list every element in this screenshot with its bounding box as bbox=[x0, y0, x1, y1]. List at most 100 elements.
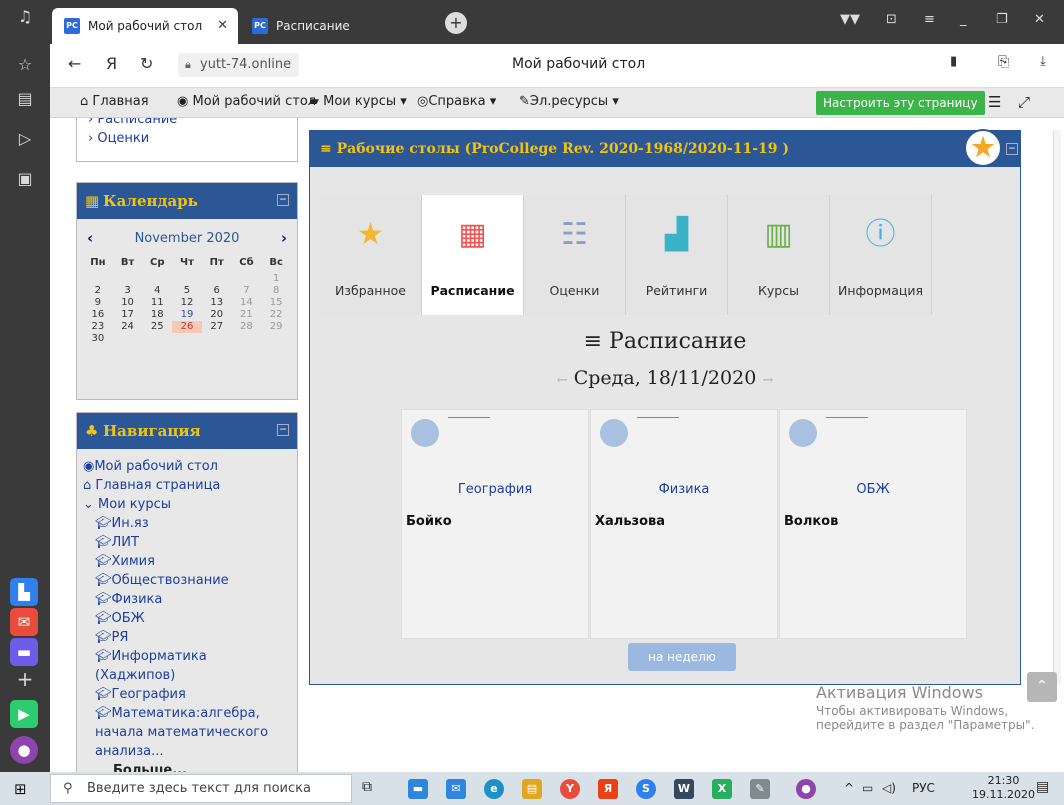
calendar-day[interactable]: 12 bbox=[172, 297, 202, 309]
menu-icon[interactable]: ≡ bbox=[924, 12, 935, 27]
calendar-day[interactable]: 21 bbox=[232, 309, 262, 321]
calendar-day[interactable]: 26 bbox=[172, 321, 202, 333]
calendar-day[interactable]: 19 bbox=[172, 309, 202, 321]
tab-schedule[interactable]: PC Расписание bbox=[240, 8, 430, 44]
minimize-icon[interactable]: _ bbox=[960, 12, 967, 27]
nav-eresources[interactable]: ✎Эл.ресурсы ▾ bbox=[519, 94, 619, 109]
yandex-app-icon[interactable]: Я bbox=[598, 779, 618, 799]
nav-link-home[interactable]: ⌂ Главная страница bbox=[83, 476, 291, 495]
bell-icon[interactable]: ♫ bbox=[12, 4, 38, 30]
calendar-day[interactable]: 10 bbox=[113, 297, 143, 309]
scroll-to-top-button[interactable]: ⌃ bbox=[1027, 672, 1057, 702]
prev-day-icon[interactable]: ← bbox=[557, 373, 568, 388]
calendar-day[interactable]: 1 bbox=[261, 273, 291, 285]
nav-help[interactable]: ◎Справка ▾ bbox=[417, 94, 496, 109]
tab-dashboard[interactable]: PC Мой рабочий стол ✕ bbox=[52, 8, 238, 44]
next-month-icon[interactable]: › bbox=[281, 229, 287, 247]
back-icon[interactable]: ← bbox=[68, 54, 81, 73]
nav-course-link[interactable]: 🎓︎География bbox=[83, 685, 291, 704]
lesson-subject-link[interactable]: География bbox=[402, 482, 588, 497]
play-icon[interactable]: ▷ bbox=[12, 126, 38, 152]
close-icon[interactable]: ✕ bbox=[217, 8, 228, 44]
calendar-day[interactable]: 29 bbox=[261, 321, 291, 333]
new-tab-button[interactable]: + bbox=[445, 12, 467, 34]
calendar-day[interactable]: 25 bbox=[142, 321, 172, 333]
dashboard-tab[interactable]: ▦ Расписание bbox=[422, 195, 524, 315]
calendar-day[interactable]: 23 bbox=[83, 321, 113, 333]
task-view-icon[interactable]: ⧉ bbox=[362, 779, 372, 795]
collapse-icon[interactable]: − bbox=[1006, 143, 1018, 155]
bookmark-panel-icon[interactable]: ⊡ bbox=[886, 12, 897, 27]
lesson-subject-link[interactable]: ОБЖ bbox=[780, 482, 966, 497]
calendar-day[interactable]: 24 bbox=[113, 321, 143, 333]
nav-course-link[interactable]: 🎓︎Ин.яз bbox=[83, 514, 291, 533]
calendar-day[interactable]: 11 bbox=[142, 297, 172, 309]
skype-app-icon[interactable]: S bbox=[636, 779, 656, 799]
tray-chevron-icon[interactable]: ^ bbox=[844, 781, 854, 795]
volume-icon[interactable]: ◁) bbox=[882, 781, 896, 795]
calendar-day[interactable]: 16 bbox=[83, 309, 113, 321]
favorite-star-icon[interactable]: ★ bbox=[964, 129, 1002, 167]
url-field[interactable]: 🔒︎ yutt-74.online bbox=[178, 53, 300, 77]
calendar-day[interactable]: 22 bbox=[261, 309, 291, 321]
notes-icon[interactable]: ▤ bbox=[12, 86, 38, 112]
calendar-day[interactable]: 20 bbox=[202, 309, 232, 321]
list-toggle-icon[interactable]: ☰ bbox=[988, 93, 1001, 111]
mail-app-icon[interactable]: ✉ bbox=[10, 608, 38, 636]
dashboard-tab[interactable]: ▟ Рейтинги bbox=[626, 195, 728, 315]
calendar-day[interactable]: 18 bbox=[142, 309, 172, 321]
page-scrollbar[interactable] bbox=[1053, 130, 1061, 685]
nav-course-link[interactable]: 🎓︎Химия bbox=[83, 552, 291, 571]
calendar-day[interactable]: 3 bbox=[113, 285, 143, 297]
taskbar-search-input[interactable]: ⚲ Введите здесь текст для поиска bbox=[50, 774, 352, 803]
mail-app-icon[interactable]: ✉ bbox=[446, 779, 466, 799]
nav-course-link[interactable]: 🎓︎Обществознание bbox=[83, 571, 291, 590]
star-bookmarks-icon[interactable]: ☆ bbox=[12, 52, 38, 78]
week-view-button[interactable]: на неделю bbox=[628, 643, 736, 671]
calendar-day[interactable]: 14 bbox=[232, 297, 262, 309]
calendar-day[interactable]: 2 bbox=[83, 285, 113, 297]
dashboard-tab[interactable]: ★ Избранное bbox=[320, 195, 422, 315]
store-app-icon[interactable]: ▤ bbox=[522, 779, 542, 799]
customize-page-button[interactable]: Настроить эту страницу bbox=[816, 91, 985, 115]
nav-course-link[interactable]: 🎓︎ЛИТ bbox=[83, 533, 291, 552]
nav-link-dashboard[interactable]: ◉Мой рабочий стол bbox=[83, 457, 291, 476]
calendar-day[interactable]: 6 bbox=[202, 285, 232, 297]
alice-app-icon[interactable]: ● bbox=[796, 779, 816, 799]
paint-app-icon[interactable]: ✎ bbox=[750, 779, 770, 799]
calendar-day[interactable]: 9 bbox=[83, 297, 113, 309]
calendar-day[interactable]: 27 bbox=[202, 321, 232, 333]
nav-more-link[interactable]: Больше... bbox=[83, 761, 291, 772]
calendar-day[interactable]: 13 bbox=[202, 297, 232, 309]
calendar-day[interactable]: 17 bbox=[113, 309, 143, 321]
nav-dashboard[interactable]: ◉ Мой рабочий стол bbox=[177, 94, 316, 109]
nav-link-my-courses[interactable]: ⌄ Мои курсы bbox=[83, 495, 291, 514]
nav-my-courses[interactable]: ▰ Мои курсы ▾ bbox=[309, 94, 407, 109]
explorer-app-icon[interactable]: ▬ bbox=[408, 779, 428, 799]
calendar-day[interactable]: 28 bbox=[232, 321, 262, 333]
extension-icon[interactable]: ⎘ bbox=[998, 54, 1009, 70]
dashboard-tab[interactable]: ⓘ Информация bbox=[830, 195, 932, 315]
calendar-day[interactable]: 30 bbox=[83, 333, 113, 345]
nav-course-link[interactable]: 🎓︎Физика bbox=[83, 590, 291, 609]
lesson-subject-link[interactable]: Физика bbox=[591, 482, 777, 497]
dashboard-tab[interactable]: ▥ Курсы bbox=[728, 195, 830, 315]
nav-course-link[interactable]: 🎓︎ОБЖ bbox=[83, 609, 291, 628]
calendar-day[interactable]: 5 bbox=[172, 285, 202, 297]
network-icon[interactable]: ▭ bbox=[862, 781, 873, 795]
windows-start-icon[interactable]: ⊞ bbox=[14, 780, 27, 798]
nav-course-link[interactable]: 🎓︎РЯ bbox=[83, 628, 291, 647]
language-indicator[interactable]: РУС bbox=[912, 781, 935, 795]
tabs-count-icon[interactable]: ▣ bbox=[12, 166, 38, 192]
next-day-icon[interactable]: → bbox=[762, 373, 773, 388]
expand-icon[interactable]: ⤢ bbox=[1018, 93, 1030, 111]
restore-icon[interactable]: ❐ bbox=[996, 12, 1008, 27]
calendar-day[interactable]: 8 bbox=[261, 285, 291, 297]
edge-app-icon[interactable]: e bbox=[484, 779, 504, 799]
collapse-icon[interactable]: − bbox=[277, 194, 289, 206]
collapse-icon[interactable]: − bbox=[277, 424, 289, 436]
add-app-icon[interactable]: + bbox=[12, 666, 38, 692]
incognito-icon[interactable]: ▼▼ bbox=[840, 12, 860, 27]
calendar-day[interactable]: 7 bbox=[232, 285, 262, 297]
yandex-browser-app-icon[interactable]: Y bbox=[560, 779, 580, 799]
